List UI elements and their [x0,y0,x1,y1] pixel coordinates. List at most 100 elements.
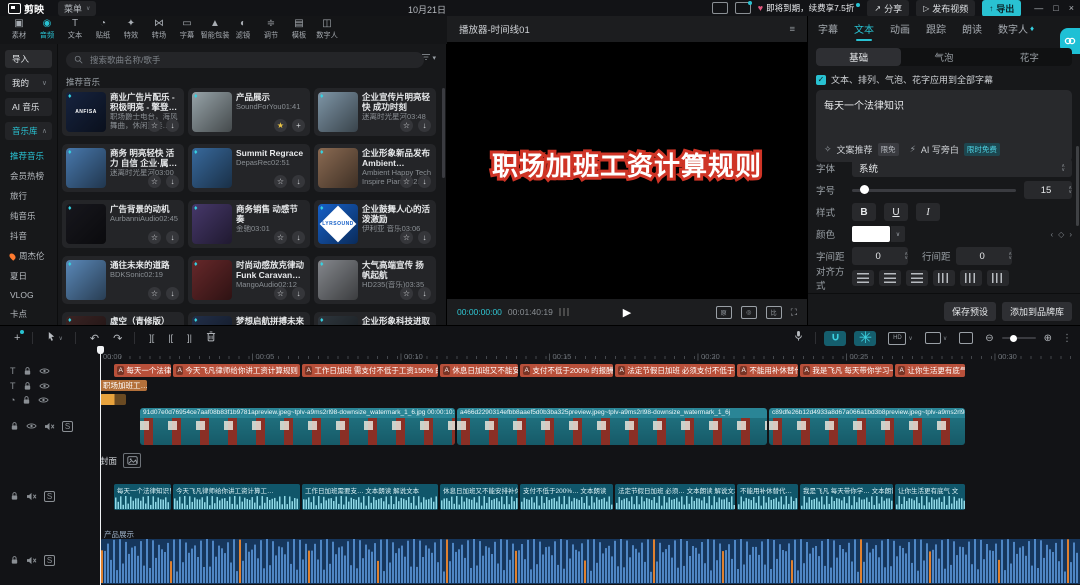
favorite-star-button[interactable]: ☆ [400,119,413,132]
download-button[interactable]: ↓ [166,119,179,132]
import-button[interactable]: 导入 [5,50,52,68]
lock-icon[interactable] [23,366,32,376]
ratio-icon[interactable]: 比 [766,306,782,319]
mute-icon[interactable] [26,492,37,501]
track-header-tts-audio[interactable]: S [0,486,99,506]
favorite-star-button[interactable]: ☆ [400,287,413,300]
filter-sort-icon[interactable]: ▾ [421,53,436,63]
subtitle-clip[interactable]: A法定节假日加班 必须支付不低于300% 的报酬 [615,364,735,377]
download-button[interactable]: ↓ [292,175,305,188]
media-tab-素材[interactable]: ▣素材 [6,19,32,41]
slider-knob[interactable] [1010,335,1017,342]
inspector-tab-文本[interactable]: 文本 [854,21,874,38]
timeline-ruler[interactable]: 00:0000:0500:1000:1500:2000:2500:30 [100,350,1080,364]
playhead-handle[interactable] [97,346,104,354]
media-tab-模板[interactable]: ▤模板 [286,19,312,41]
italic-button[interactable]: I [916,203,940,221]
stepper-icon[interactable]: ∧∨ [1068,186,1072,194]
subtab-气泡[interactable]: 气泡 [901,48,986,66]
tts-audio-clip[interactable]: 支付不低于200%… 文本朗读 [520,484,613,510]
mute-icon[interactable] [44,422,55,431]
size-slider[interactable] [852,189,1016,192]
favorite-star-button[interactable]: ☆ [274,231,287,244]
subtab-花字[interactable]: 花字 [987,48,1072,66]
favorite-star-button[interactable]: ☆ [148,287,161,300]
export-button[interactable]: ↑ 导出 [982,0,1021,17]
main-track-magnet-toggle[interactable] [824,331,846,346]
stepper-icon[interactable]: ∧∨ [1008,252,1012,260]
split-icon[interactable]: ][ [149,333,154,343]
menu-button[interactable]: 菜单 ∨ [58,1,96,16]
apply-all-row[interactable]: ✓ 文本、排列、气泡、花字应用到全部字幕 [816,73,993,86]
maximize-button[interactable]: □ [1053,3,1058,13]
delete-button[interactable] [206,331,216,345]
eye-icon[interactable] [26,422,37,430]
inspector-tab-跟踪[interactable]: 跟踪 [926,21,946,38]
bold-button[interactable]: B [852,203,876,221]
color-dropdown-icon[interactable]: ∨ [891,226,905,242]
subtitle-textarea[interactable]: 每天一个法律知识 ✧ 文案推荐 限免 ⚡ AI 写旁白 限时免费 [816,90,1072,162]
media-tab-滤镜[interactable]: ◐滤镜 [230,19,256,41]
underline-button[interactable]: U [884,203,908,221]
inspector-tab-朗读[interactable]: 朗读 [962,21,982,38]
inspector-tab-动画[interactable]: 动画 [890,21,910,38]
cover-button[interactable]: 封面 [100,453,141,468]
music-card[interactable]: ♦企业形象新品发布 Ambient Suspense …Ambient Happ… [314,144,436,192]
preview-menu-icon[interactable]: ≡ [789,24,795,35]
scrollbar[interactable] [442,88,445,178]
music-card[interactable]: ♦企业宣传片明亮轻快 成功时刻迷离时光星河03:48☆↓ [314,88,436,136]
music-card[interactable]: ♦梦想启航拼搏未来LennonBach02:01☆↓ [188,312,310,325]
track-header-text2[interactable]: T [0,380,99,391]
vip-renewal-notice[interactable]: ♥ 即将到期，续费享7.5折 [758,2,861,14]
lock-icon[interactable] [22,395,31,405]
align-vtop-button[interactable] [933,270,955,286]
media-tab-音频[interactable]: ◉音频 [34,19,60,41]
tts-audio-clip[interactable]: 每天一个法律知识！ [114,484,171,510]
media-tab-贴纸[interactable]: ◔贴纸 [90,19,116,41]
download-button[interactable]: ↓ [166,231,179,244]
auto-snap-toggle[interactable]: ✳ [854,331,876,346]
tts-audio-clip[interactable]: 休息日加班又不能安排补休… [440,484,518,510]
favorite-star-button[interactable]: ☆ [274,175,287,188]
sidebar-item-会员热榜[interactable]: 会员热榜 [0,166,57,186]
favorite-star-button[interactable]: ☆ [400,231,413,244]
pip-dropdown[interactable]: ∨ [925,332,947,344]
track-header-video[interactable]: S [0,414,99,438]
media-tab-转场[interactable]: ⋈转场 [146,19,172,41]
project-title[interactable]: 10月21日 [408,3,446,16]
favorite-star-button[interactable]: ★ [274,119,287,132]
video-overlay-text[interactable]: 职场加班工资计算规则 [492,146,762,183]
sidebar-item-卡点[interactable]: 卡点 [0,304,57,324]
publish-button[interactable]: ▷ 发布视频 [916,0,975,17]
music-card[interactable]: ♦广告背景的动机AurbanniAudio02:45☆↓ [62,200,184,248]
sidebar-item-VLOG[interactable]: VLOG [0,286,57,304]
music-card[interactable]: ♦商务 明亮轻快 活力 自信 企业·属于自己的舞台迷离时光星河03:00☆↓ [62,144,184,192]
zoom-out-icon[interactable]: ⊖ [985,333,993,344]
more-options-icon[interactable]: ⋮ [1062,333,1072,344]
music-card[interactable]: ♦通往未来的道路BDKSonic02:19☆↓ [62,256,184,304]
trim-left-icon[interactable]: |[ [168,333,173,343]
download-button[interactable]: ↓ [166,287,179,300]
share-button[interactable]: ↗ 分享 [867,0,909,17]
font-select[interactable]: 系统 ∧∨ [852,159,1072,177]
align-vcenter-button[interactable] [960,270,982,286]
download-button[interactable]: ↓ [418,287,431,300]
close-button[interactable]: × [1069,3,1074,13]
search-bar[interactable] [66,52,424,68]
select-tool-button[interactable]: ∨ [47,331,62,345]
add-media-button[interactable]: + [14,332,20,344]
media-tab-智能包装[interactable]: ▲智能包装 [202,19,228,41]
eye-icon[interactable] [38,396,49,404]
sidebar-group-music-lib[interactable]: 音乐库∧ [5,122,52,140]
inspector-tab-数字人[interactable]: 数字人♦ [998,21,1034,38]
color-swatch[interactable] [852,226,890,242]
keyframe-controls[interactable]: ‹◇› [1051,230,1073,239]
subtitle-clip[interactable]: A让你生活更有底气 [895,364,965,377]
solo-icon[interactable]: S [44,491,55,502]
sidebar-item-纯音乐[interactable]: 纯音乐 [0,206,57,226]
lock-icon[interactable] [10,491,19,501]
sidebar-item-周杰伦[interactable]: 周杰伦 [0,246,57,266]
tts-audio-clip[interactable]: 让你生活更有底气 文 [895,484,965,510]
tts-audio-clip[interactable]: 不能用补休替代… [737,484,798,510]
quality-icon[interactable]: 原 [716,306,732,319]
